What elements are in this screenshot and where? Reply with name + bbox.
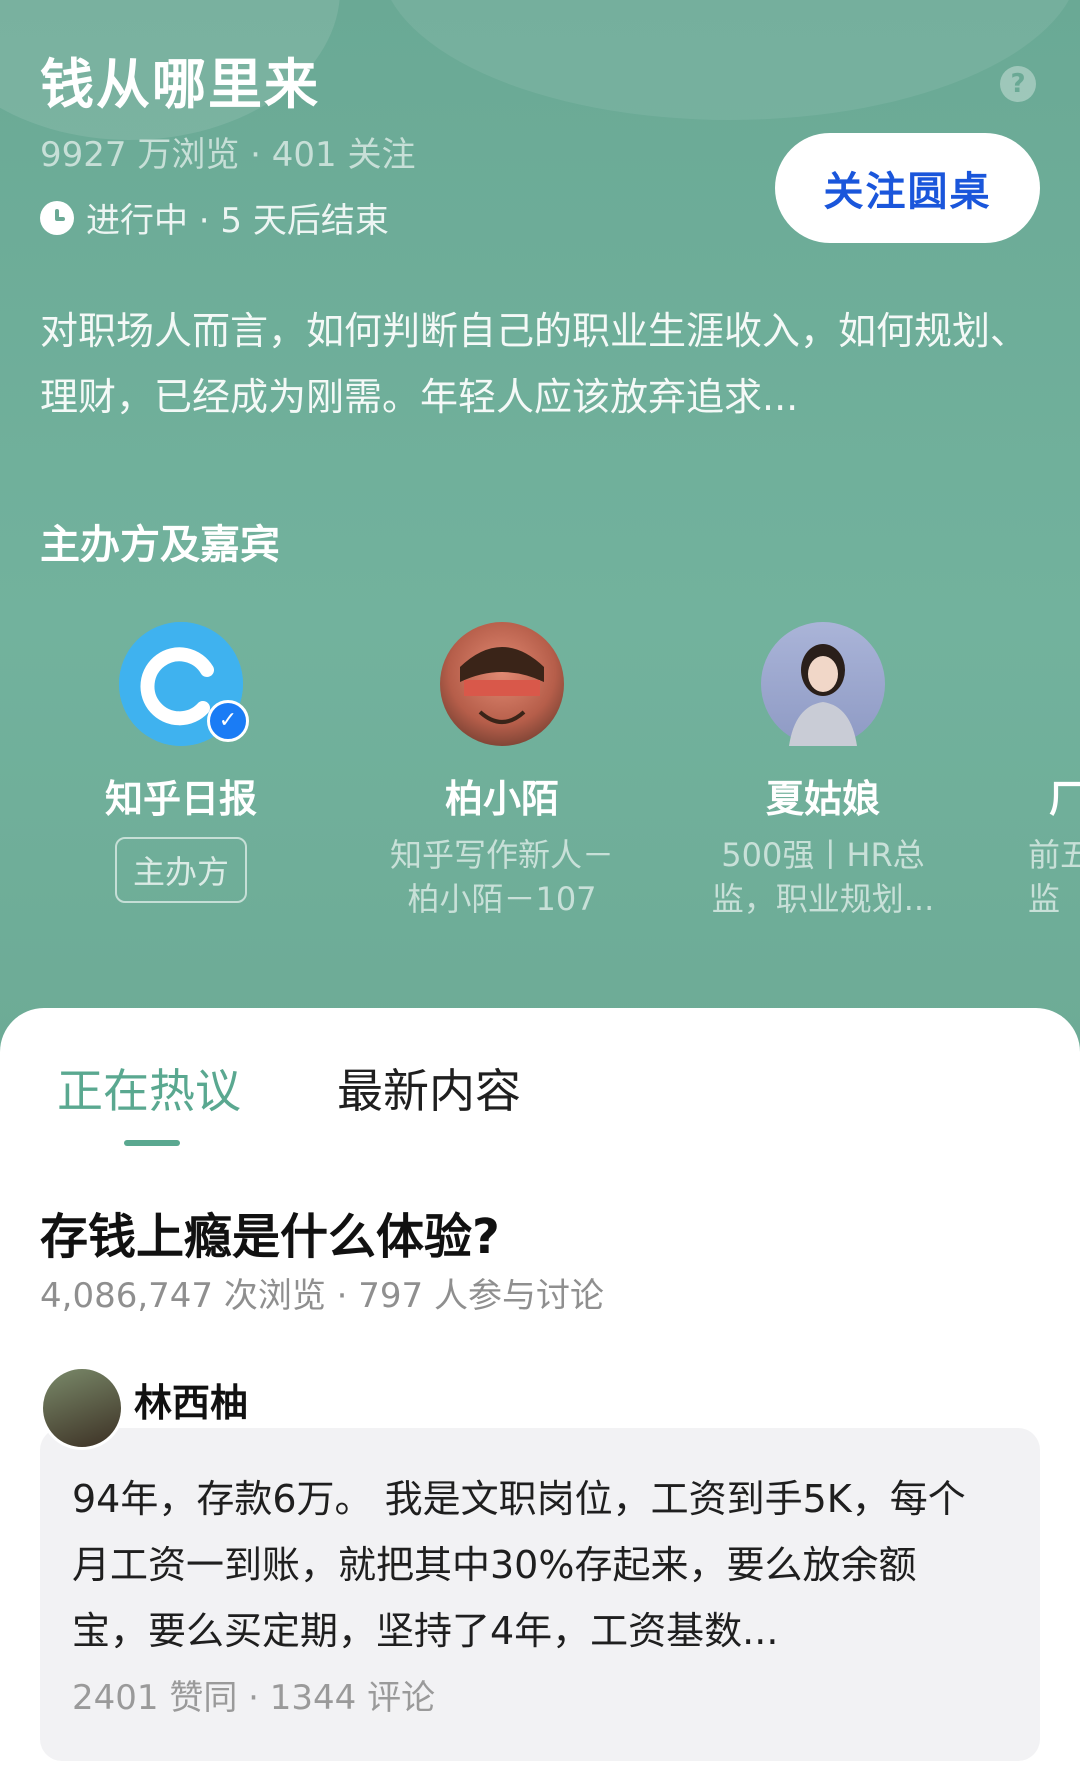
help-icon[interactable]: ?	[1000, 66, 1036, 102]
author-name[interactable]: 林西柚	[134, 1372, 248, 1427]
question-title[interactable]: 存钱上瘾是什么体验?	[40, 1197, 500, 1267]
guest-subtitle-line: 知乎写作新人－	[389, 836, 614, 874]
answer-stats: 2401 赞同 · 1344 评论	[72, 1678, 436, 1718]
guest-subtitle-line: 监，职业规划...	[711, 880, 935, 918]
guest-subtitle: 前五 监	[1028, 833, 1080, 921]
guest-subtitle-line: 监	[1028, 880, 1061, 918]
roundtable-stats: 9927 万浏览 · 401 关注	[40, 135, 416, 175]
tab-latest-content[interactable]: 最新内容	[337, 1055, 521, 1121]
clock-icon	[40, 200, 74, 235]
guest-card[interactable]: 厂 前五 监	[994, 622, 1080, 921]
avatar-placeholder	[994, 622, 1080, 746]
avatar	[761, 622, 885, 746]
guest-card[interactable]: 柏小陌 知乎写作新人－ 柏小陌－107	[352, 622, 652, 921]
guest-subtitle-line: 500强丨HR总	[721, 836, 925, 874]
follow-roundtable-button[interactable]: 关注圆桌	[775, 133, 1040, 243]
tab-hot-discussion[interactable]: 正在热议	[57, 1055, 241, 1121]
avatar[interactable]	[40, 1366, 124, 1450]
guest-subtitle: 500强丨HR总 监，职业规划...	[673, 833, 973, 921]
status-text: 进行中 · 5 天后结束	[86, 201, 389, 241]
answer-excerpt[interactable]: 94年，存款6万。 我是文职岗位，工资到手5K，每个月工资一到账，就把其中30%…	[72, 1466, 992, 1664]
guest-name: 夏姑娘	[765, 777, 880, 821]
question-stats: 4,086,747 次浏览 · 797 人参与讨论	[40, 1276, 604, 1316]
avatar: ✓	[119, 622, 249, 746]
avatar-photo	[789, 644, 857, 746]
active-tab-indicator	[124, 1140, 180, 1146]
guest-subtitle: 知乎写作新人－ 柏小陌－107	[352, 833, 652, 921]
guest-subtitle-line: 前五	[1028, 836, 1080, 874]
guest-name: 厂	[1049, 777, 1080, 821]
host-badge: 主办方	[114, 837, 247, 903]
avatar-illustration	[460, 647, 544, 724]
page-title: 钱从哪里来	[40, 53, 320, 116]
guest-subtitle-line: 柏小陌－107	[407, 880, 597, 918]
avatar	[440, 622, 564, 746]
guest-card[interactable]: 夏姑娘 500强丨HR总 监，职业规划...	[673, 622, 973, 921]
roundtable-status: 进行中 · 5 天后结束	[40, 193, 389, 242]
guests-section-title: 主办方及嘉宾	[40, 522, 280, 568]
guest-name: 柏小陌	[444, 777, 559, 821]
roundtable-description[interactable]: 对职场人而言，如何判断自己的职业生涯收入，如何规划、理财，已经成为刚需。年轻人应…	[40, 298, 1040, 430]
guest-card-host[interactable]: ✓ 知乎日报 主办方	[31, 622, 331, 903]
hero-decoration	[380, 0, 1080, 120]
guest-name: 知乎日报	[104, 777, 257, 821]
verified-icon: ✓	[207, 700, 249, 742]
